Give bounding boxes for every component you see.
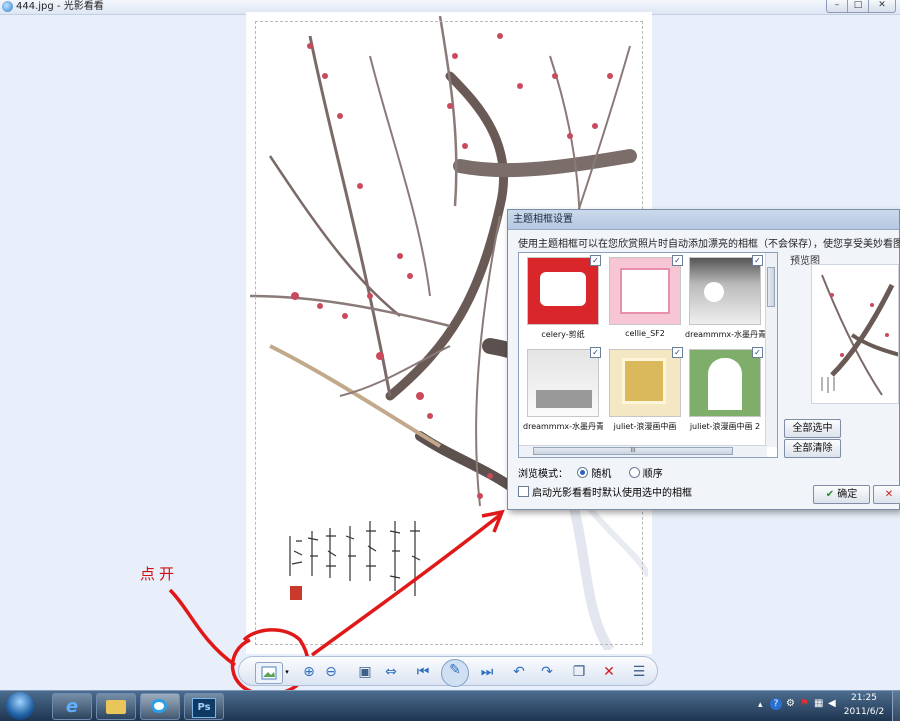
frame-label: cellie_SF2 [625, 329, 665, 338]
photoshop-icon[interactable]: Ps [184, 693, 224, 720]
ok-label: 确定 [837, 489, 858, 500]
frame-label: juliet-浪漫画中画 2 [689, 422, 761, 431]
frame-thumbnail [609, 257, 681, 325]
clear-all-button[interactable]: 全部清除 [784, 439, 841, 458]
frame-thumbnail [689, 349, 761, 417]
frame-item[interactable]: ✓ cellie_SF2 [605, 255, 685, 345]
clock-date: 2011/6/2 [843, 707, 885, 717]
random-label: 随机 [591, 469, 612, 480]
frame-checkbox[interactable]: ✓ [752, 347, 763, 358]
vertical-scrollbar[interactable] [765, 253, 777, 447]
edit-icon[interactable]: ✎ [441, 659, 469, 687]
ie-icon[interactable]: e [52, 693, 92, 720]
frame-thumbnail [609, 349, 681, 417]
delete-icon[interactable]: ✕ [599, 662, 619, 682]
annotation-curve [168, 588, 237, 667]
previous-icon[interactable]: ⏮ [413, 662, 433, 682]
start-button[interactable] [6, 692, 34, 720]
seal-stamp [290, 586, 302, 600]
help-icon[interactable]: ? [770, 698, 782, 710]
frame-icon[interactable] [255, 662, 283, 684]
order-radio[interactable] [628, 467, 640, 478]
clock-time: 21:25 [851, 693, 877, 703]
scrollbar-thumb[interactable] [767, 267, 775, 307]
frame-item[interactable]: ✓ juliet-浪漫画中画 2 [685, 347, 765, 437]
dialog-description: 使用主题相框可以在您欣赏照片时自动添加漂亮的相框（不会保存），使您享受美妙看图体… [518, 239, 900, 250]
window-title: 444.jpg - 光影看看 [16, 1, 104, 12]
menu-icon[interactable]: ☰ [629, 662, 649, 682]
frame-checkbox[interactable]: ✓ [672, 255, 683, 266]
frame-checkbox[interactable]: ✓ [590, 347, 601, 358]
chevron-up-icon[interactable]: ▴ [758, 700, 763, 710]
frame-thumbnail [527, 349, 599, 417]
frame-label: dreammmx-水墨丹青1 [685, 330, 765, 339]
browse-mode-label: 浏览模式： [518, 469, 568, 480]
minimize-button[interactable]: – [826, 0, 848, 13]
app-icon [2, 1, 13, 12]
cancel-button[interactable]: ✕ [873, 485, 900, 504]
flag-icon[interactable]: ⚑ [800, 698, 809, 709]
zoom-out-icon[interactable]: ⊖ [321, 662, 341, 682]
frame-thumbnail [689, 257, 761, 325]
fit-icon[interactable]: ▣ [355, 662, 375, 682]
folder-icon[interactable] [96, 693, 136, 720]
volume-icon[interactable]: ◀ [828, 698, 836, 709]
frame-label: celery-剪纸 [541, 330, 585, 339]
rotate-left-icon[interactable]: ↶ [509, 662, 529, 682]
frame-item[interactable]: ✓ juliet-浪漫画中画 [605, 347, 685, 437]
order-label: 顺序 [642, 469, 663, 480]
select-all-button[interactable]: 全部选中 [784, 419, 841, 438]
frame-list[interactable]: ✓ celery-剪纸 ✓ cellie_SF2 ✓ dreammmx-水墨丹青… [518, 252, 778, 458]
frame-checkbox[interactable]: ✓ [590, 255, 601, 266]
settings-icon[interactable]: ⚙ [786, 698, 795, 709]
network-icon[interactable]: ▦ [814, 698, 823, 709]
random-radio[interactable] [577, 467, 589, 478]
taskbar: e Ps ▴ ? ⚙ ⚑ ▦ ◀ [0, 690, 900, 721]
frame-thumbnail [527, 257, 599, 325]
annotation-text: 点开 [140, 565, 179, 583]
actual-size-icon[interactable]: ⇔ [381, 662, 401, 682]
preview-image [811, 264, 899, 404]
title-bar: 444.jpg - 光影看看 – □ ✕ [0, 0, 900, 15]
autostart-checkbox[interactable] [518, 486, 529, 497]
copy-icon[interactable]: ❐ [569, 662, 589, 682]
viewer-toolbar: ▾ ⊕ ⊖ ▣ ⇔ ⏮ ✎ ⏭ ↶ ↷ ❐ ✕ ☰ [238, 656, 658, 687]
frame-item[interactable]: ✓ dreammmx-水墨丹青2 [523, 347, 603, 437]
zoom-in-icon[interactable]: ⊕ [299, 662, 319, 682]
maximize-button[interactable]: □ [847, 0, 869, 13]
show-desktop-button[interactable] [892, 691, 900, 721]
close-button[interactable]: ✕ [868, 0, 896, 13]
autostart-label: 启动光影看看时默认使用选中的相框 [532, 488, 692, 499]
dialog-title: 主题相框设置 [508, 210, 899, 230]
next-icon[interactable]: ⏭ [477, 662, 497, 682]
frame-item[interactable]: ✓ celery-剪纸 [523, 255, 603, 345]
autostart-row: 启动光影看看时默认使用选中的相框 [518, 484, 692, 499]
chevron-down-icon[interactable]: ▾ [283, 662, 291, 682]
scrollbar-thumb[interactable]: III [533, 447, 733, 455]
ok-button[interactable]: ✔ 确定 [813, 485, 870, 504]
frame-label: dreammmx-水墨丹青2 [523, 422, 603, 431]
frame-checkbox[interactable]: ✓ [672, 347, 683, 358]
frame-checkbox[interactable]: ✓ [752, 255, 763, 266]
horizontal-scrollbar[interactable]: III [519, 445, 767, 457]
frame-item[interactable]: ✓ dreammmx-水墨丹青1 [685, 255, 765, 345]
browse-mode-row: 浏览模式： 随机 顺序 [518, 465, 663, 480]
check-icon: ✔ [825, 489, 835, 500]
viewer-app-icon[interactable] [140, 693, 180, 720]
theme-frame-settings-dialog: 主题相框设置 使用主题相框可以在您欣赏照片时自动添加漂亮的相框（不会保存），使您… [507, 209, 900, 510]
frame-label: juliet-浪漫画中画 [613, 422, 677, 431]
rotate-right-icon[interactable]: ↷ [537, 662, 557, 682]
